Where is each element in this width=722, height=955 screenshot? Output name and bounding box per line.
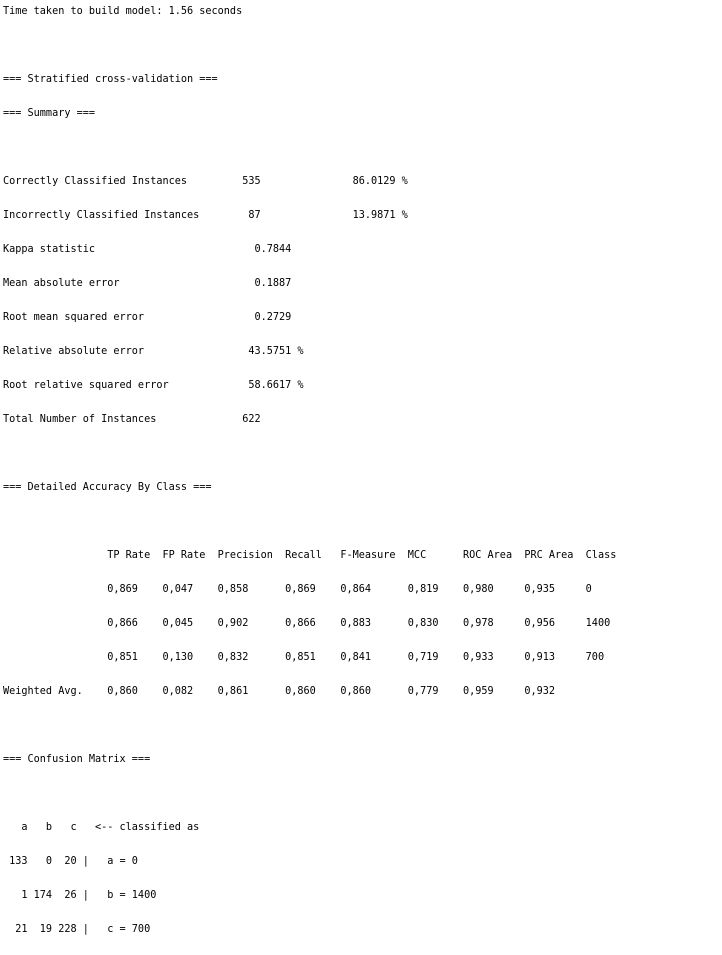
confusion-matrix-row-c: 21 19 228 | c = 700 bbox=[3, 924, 151, 935]
summary-relative-absolute-error: Relative absolute error 43.5751 % bbox=[3, 346, 304, 357]
cross-validation-header: === Stratified cross-validation === bbox=[3, 74, 218, 85]
accuracy-row-weighted-avg: Weighted Avg. 0,860 0,082 0,861 0,860 0,… bbox=[3, 686, 586, 697]
accuracy-row-class-0: 0,869 0,047 0,858 0,869 0,864 0,819 0,98… bbox=[3, 584, 592, 595]
summary-incorrectly-classified: Incorrectly Classified Instances 87 13.9… bbox=[3, 210, 408, 221]
summary-rms-error: Root mean squared error 0.2729 bbox=[3, 312, 292, 323]
summary-kappa: Kappa statistic 0.7844 bbox=[3, 244, 292, 255]
summary-correctly-classified: Correctly Classified Instances 535 86.01… bbox=[3, 176, 408, 187]
detailed-accuracy-header: === Detailed Accuracy By Class === bbox=[3, 482, 212, 493]
confusion-matrix-row-b: 1 174 26 | b = 1400 bbox=[3, 890, 157, 901]
summary-root-relative-squared-error: Root relative squared error 58.6617 % bbox=[3, 380, 304, 391]
summary-total-instances: Total Number of Instances 622 bbox=[3, 414, 292, 425]
confusion-matrix-column-header: a b c <-- classified as bbox=[3, 822, 200, 833]
classifier-output-panel: Time taken to build model: 1.56 seconds … bbox=[3, 3, 616, 955]
accuracy-row-class-700: 0,851 0,130 0,832 0,851 0,841 0,719 0,93… bbox=[3, 652, 605, 663]
confusion-matrix-row-a: 133 0 20 | a = 0 bbox=[3, 856, 138, 867]
confusion-matrix-header: === Confusion Matrix === bbox=[3, 754, 151, 765]
summary-header: === Summary === bbox=[3, 108, 96, 119]
summary-mean-absolute-error: Mean absolute error 0.1887 bbox=[3, 278, 292, 289]
build-time-line: Time taken to build model: 1.56 seconds bbox=[3, 6, 243, 17]
accuracy-row-class-1400: 0,866 0,045 0,902 0,866 0,883 0,830 0,97… bbox=[3, 618, 611, 629]
accuracy-table-header: TP Rate FP Rate Precision Recall F-Measu… bbox=[3, 550, 617, 561]
